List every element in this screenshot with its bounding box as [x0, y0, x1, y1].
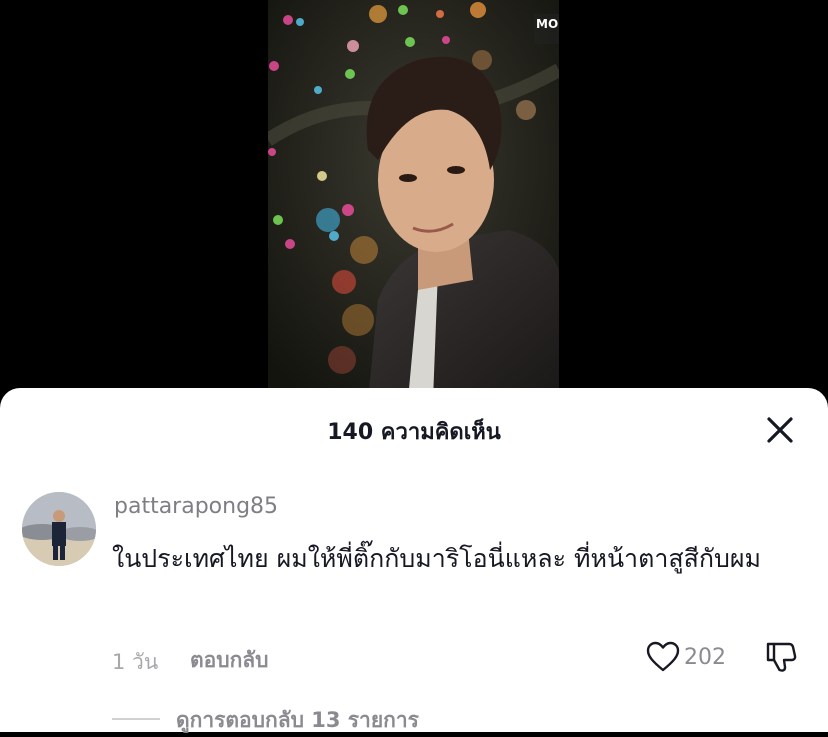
comments-count-title: 140 ความคิดเห็น [327, 420, 501, 445]
thumbs-down-icon [766, 642, 797, 672]
comment-text: ในประเทศไทย ผมให้พี่ติ๊กกับมาริโอนี่แหละ… [112, 544, 762, 573]
comment-timestamp: 1 วัน [112, 650, 159, 674]
dislike-button[interactable] [764, 640, 798, 674]
video-watermark: MONO [536, 17, 559, 31]
video-player[interactable]: MONO [0, 0, 828, 400]
reply-button[interactable]: ตอบกลับ [190, 644, 269, 677]
comments-sheet: 140 ความคิดเห็น pattarapong85 ในประเทศไท… [0, 388, 828, 732]
close-icon [767, 417, 793, 443]
replies-divider [112, 718, 160, 720]
view-replies-button[interactable]: ดูการตอบกลับ 13 รายการ [176, 704, 419, 737]
video-thumbnail: MONO [268, 0, 559, 400]
avatar-image [22, 492, 96, 566]
heart-outline-icon [646, 641, 680, 672]
like-count: 202 [684, 645, 726, 670]
avatar[interactable] [22, 492, 96, 566]
like-button[interactable] [646, 641, 680, 673]
comment-username[interactable]: pattarapong85 [114, 494, 278, 519]
close-button[interactable] [762, 412, 798, 448]
video-frame[interactable]: MONO [268, 0, 559, 400]
